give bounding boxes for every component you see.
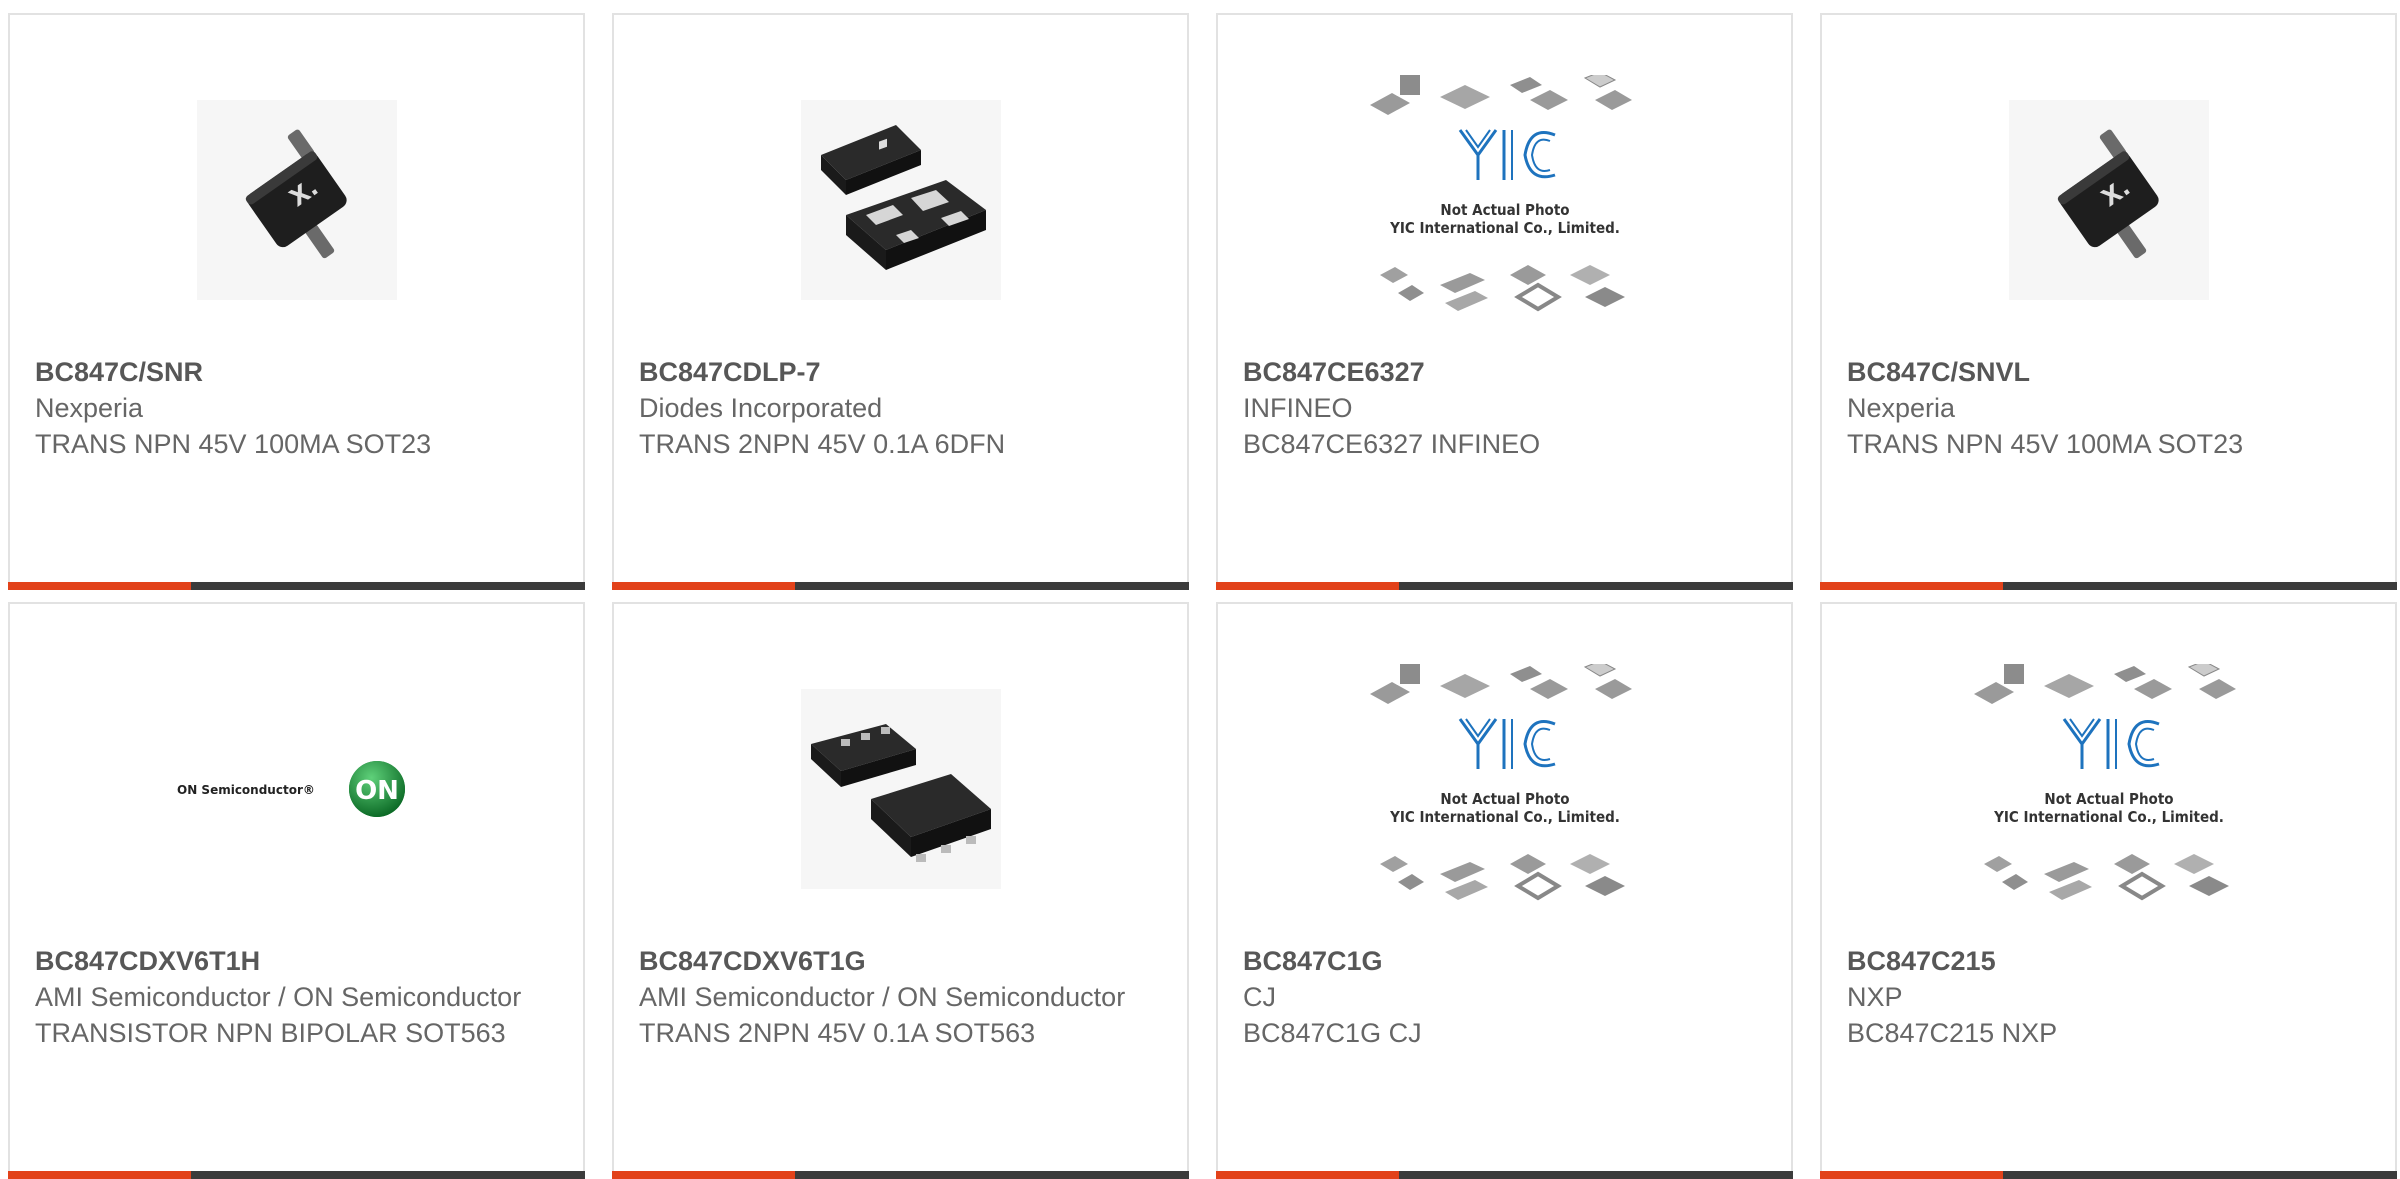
card-accent-bar xyxy=(1216,582,1399,590)
product-image[interactable]: Not Actual Photo YIC International Co., … xyxy=(1218,75,1791,325)
product-image[interactable]: Not Actual Photo YIC International Co., … xyxy=(1218,664,1791,914)
dfn-package-icon xyxy=(800,100,1001,300)
placeholder-company: YIC International Co., Limited. xyxy=(1389,219,1620,237)
on-logo-badge: ON xyxy=(355,776,399,806)
card-accent-bar xyxy=(612,582,795,590)
card-bottom-bar xyxy=(8,1171,585,1179)
product-image[interactable] xyxy=(614,75,1187,325)
product-description: BC847C215 NXP xyxy=(1847,1018,2058,1048)
sot23-chip-icon: X. xyxy=(2008,100,2209,300)
product-info: BC847CE6327 INFINEO BC847CE6327 INFINEO xyxy=(1243,354,1771,462)
part-number-link[interactable]: BC847CDXV6T1H xyxy=(35,943,563,979)
sot23-chip-icon: X. xyxy=(196,100,397,300)
part-number-link[interactable]: BC847CE6327 xyxy=(1243,354,1771,390)
manufacturer-name: CJ xyxy=(1243,982,1276,1012)
part-number-link[interactable]: BC847C1G xyxy=(1243,943,1771,979)
product-card[interactable]: Not Actual Photo YIC International Co., … xyxy=(1820,602,2397,1179)
placeholder-photo-icon: Not Actual Photo YIC International Co., … xyxy=(1973,664,2236,901)
card-accent-bar xyxy=(1820,1171,2003,1179)
placeholder-caption: Not Actual Photo xyxy=(1440,790,1569,808)
product-info: BC847C215 NXP BC847C215 NXP xyxy=(1847,943,2375,1051)
product-description: TRANSISTOR NPN BIPOLAR SOT563 xyxy=(35,1018,506,1048)
product-info: BC847CDLP-7 Diodes Incorporated TRANS 2NPN… xyxy=(639,354,1167,462)
manufacturer-name: NXP xyxy=(1847,982,1903,1012)
placeholder-company: YIC International Co., Limited. xyxy=(1993,808,2224,826)
manufacturer-name: Nexperia xyxy=(35,393,144,423)
product-image[interactable]: Not Actual Photo YIC International Co., … xyxy=(1822,664,2395,914)
product-info: BC847C/SNVL Nexperia TRANS NPN 45V 100MA S… xyxy=(1847,354,2375,462)
card-accent-bar xyxy=(1820,582,2003,590)
product-image[interactable] xyxy=(614,664,1187,914)
card-bottom-bar xyxy=(8,582,585,590)
product-description: TRANS 2NPN 45V 0.1A 6DFN xyxy=(639,429,1006,459)
product-description: BC847CE6327 INFINEO xyxy=(1243,429,1541,459)
placeholder-photo-icon: Not Actual Photo YIC International Co., … xyxy=(1369,664,1632,901)
on-semi-logo: ON Semiconductor® ON xyxy=(177,761,405,817)
placeholder-caption: Not Actual Photo xyxy=(2044,790,2173,808)
placeholder-photo-icon: Not Actual Photo YIC International Co., … xyxy=(1369,75,1632,312)
card-accent-bar xyxy=(612,1171,795,1179)
sot563-package-icon xyxy=(800,689,1001,889)
placeholder-caption: Not Actual Photo xyxy=(1440,201,1569,219)
product-image[interactable]: ON Semiconductor® ON xyxy=(10,664,583,914)
product-card[interactable]: ON Semiconductor® ON BC847CDXV6T1H AMI Se… xyxy=(8,602,585,1179)
on-logo-text: ON Semiconductor® xyxy=(177,783,315,797)
product-card[interactable]: Not Actual Photo YIC International Co., … xyxy=(1216,602,1793,1179)
part-number-link[interactable]: BC847CDLP-7 xyxy=(639,354,1167,390)
part-number-link[interactable]: BC847C/SNR xyxy=(35,354,563,390)
card-accent-bar xyxy=(8,1171,191,1179)
part-number-link[interactable]: BC847C215 xyxy=(1847,943,2375,979)
card-accent-bar xyxy=(8,582,191,590)
product-card[interactable]: X. BC847C/SNR Nexperia TRANS NPN 45V 100MA… xyxy=(8,13,585,590)
product-info: BC847CDXV6T1G AMI Semiconductor / ON Semi… xyxy=(639,943,1167,1051)
product-image[interactable]: X. xyxy=(1822,75,2395,325)
manufacturer-name: Nexperia xyxy=(1847,393,1956,423)
card-bottom-bar xyxy=(1820,1171,2397,1179)
product-card[interactable]: X. BC847C/SNVL Nexperia TRANS NPN 45V 100M… xyxy=(1820,13,2397,590)
card-accent-bar xyxy=(1216,1171,1399,1179)
card-bottom-bar xyxy=(1216,1171,1793,1179)
product-card[interactable]: BC847CDLP-7 Diodes Incorporated TRANS 2NPN… xyxy=(612,13,1189,590)
manufacturer-name: AMI Semiconductor / ON Semiconductor xyxy=(35,982,522,1012)
product-image[interactable]: X. xyxy=(10,75,583,325)
card-bottom-bar xyxy=(1216,582,1793,590)
manufacturer-name: Diodes Incorporated xyxy=(639,393,883,423)
product-description: TRANS 2NPN 45V 0.1A SOT563 xyxy=(639,1018,1036,1048)
product-info: BC847C1G CJ BC847C1G CJ xyxy=(1243,943,1771,1051)
part-number-link[interactable]: BC847C/SNVL xyxy=(1847,354,2375,390)
card-bottom-bar xyxy=(1820,582,2397,590)
card-bottom-bar xyxy=(612,1171,1189,1179)
product-info: BC847CDXV6T1H AMI Semiconductor / ON Semi… xyxy=(35,943,563,1051)
product-grid: X. BC847C/SNR Nexperia TRANS NPN 45V 100MA… xyxy=(8,13,2397,1179)
product-description: BC847C1G CJ xyxy=(1243,1018,1422,1048)
manufacturer-name: AMI Semiconductor / ON Semiconductor xyxy=(639,982,1126,1012)
product-description: TRANS NPN 45V 100MA SOT23 xyxy=(1847,429,2244,459)
product-card[interactable]: BC847CDXV6T1G AMI Semiconductor / ON Semi… xyxy=(612,602,1189,1179)
card-bottom-bar xyxy=(612,582,1189,590)
placeholder-company: YIC International Co., Limited. xyxy=(1389,808,1620,826)
product-info: BC847C/SNR Nexperia TRANS NPN 45V 100MA SO… xyxy=(35,354,563,462)
manufacturer-name: INFINEO xyxy=(1243,393,1353,423)
product-description: TRANS NPN 45V 100MA SOT23 xyxy=(35,429,432,459)
part-number-link[interactable]: BC847CDXV6T1G xyxy=(639,943,1167,979)
product-card[interactable]: Not Actual Photo YIC International Co., … xyxy=(1216,13,1793,590)
